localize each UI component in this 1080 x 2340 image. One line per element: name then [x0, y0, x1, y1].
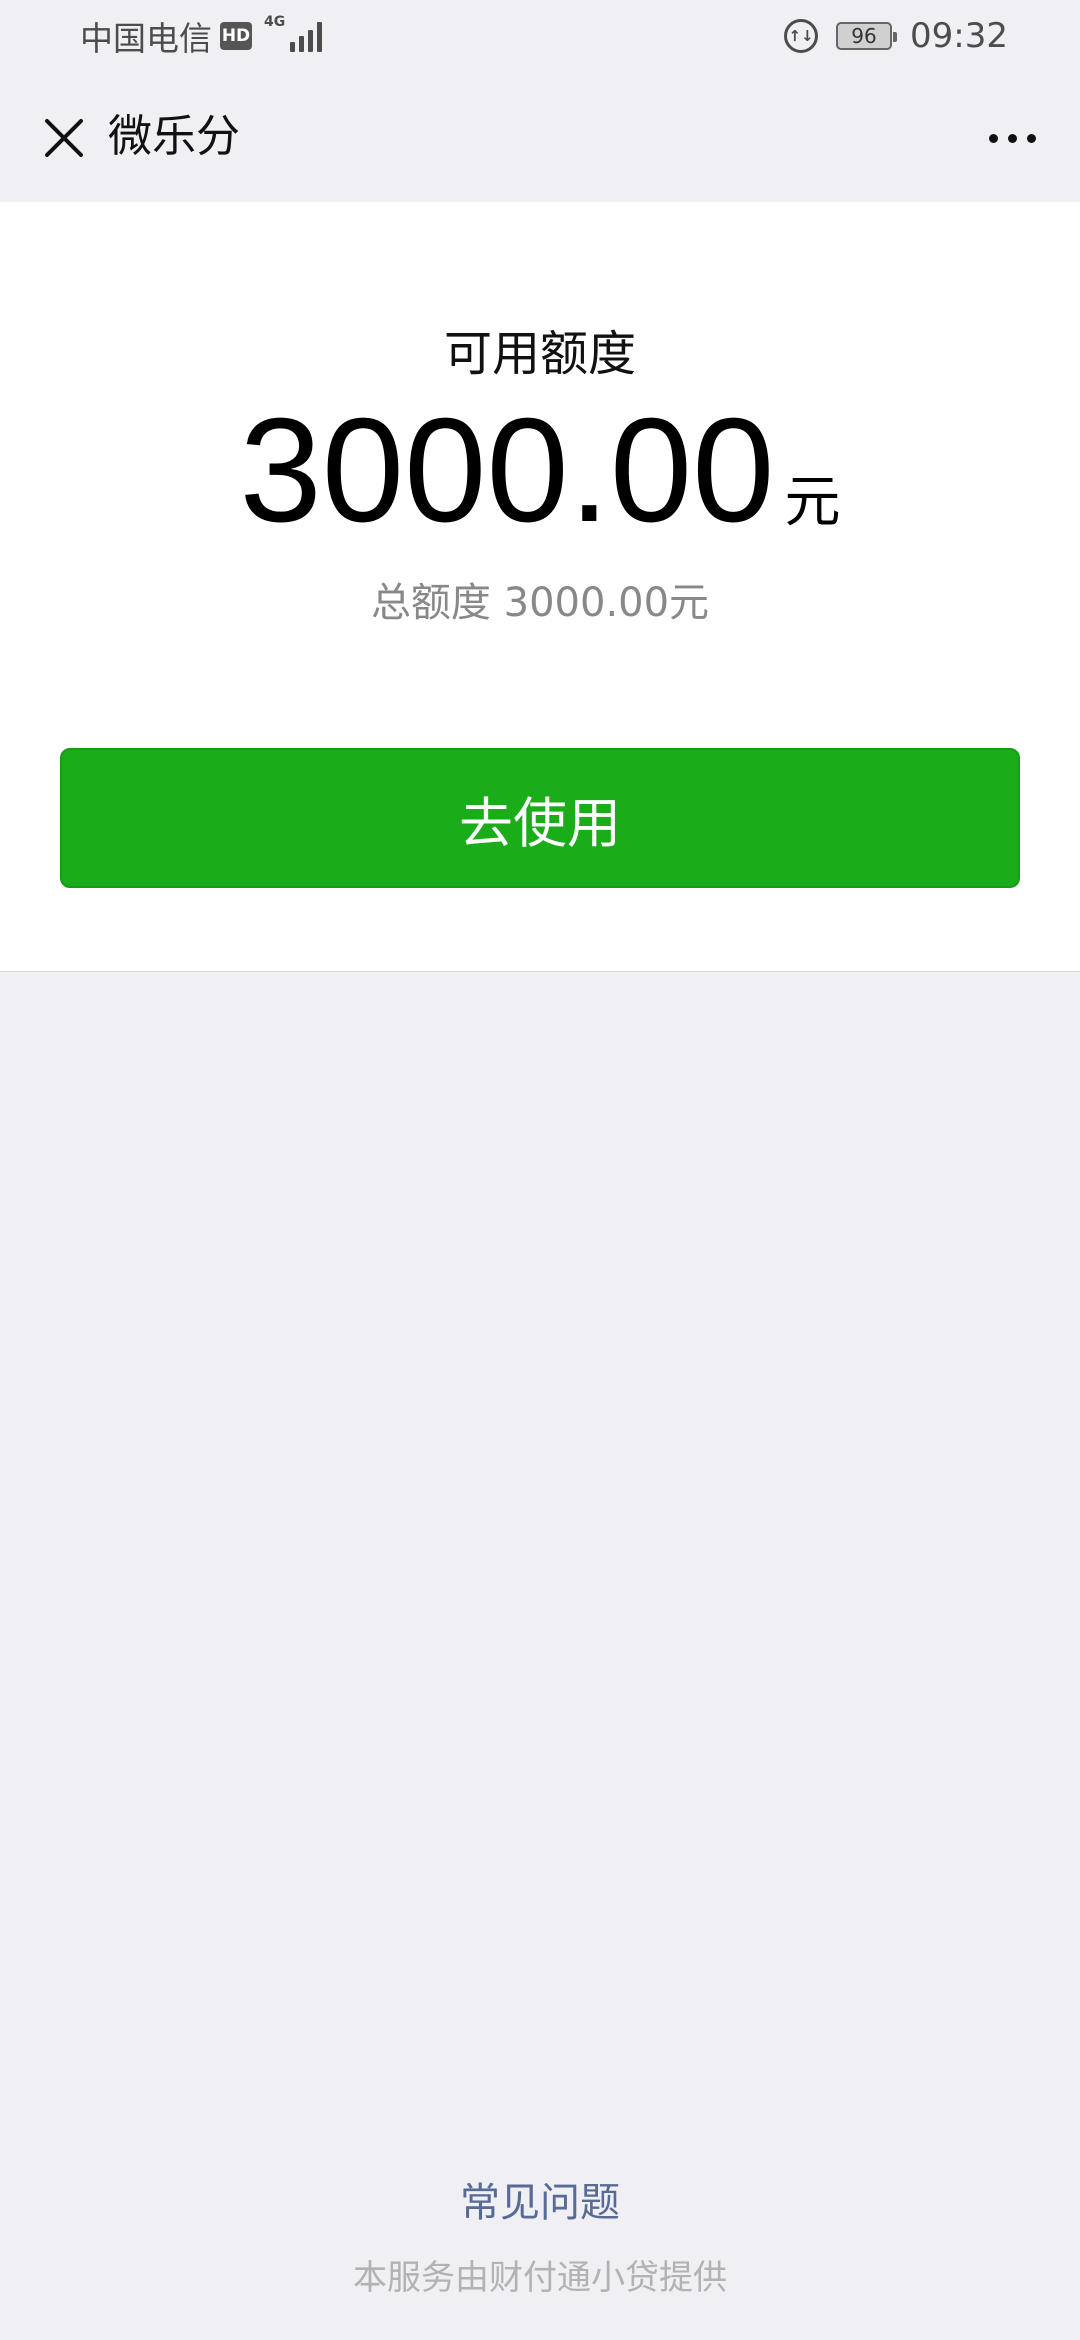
close-button[interactable] [28, 102, 100, 174]
available-credit-label: 可用额度 [443, 326, 636, 382]
status-right: ↑↓ 96 09:32 [784, 14, 1008, 58]
page-title: 微乐分 [108, 111, 240, 162]
nav-bar: 微乐分 [0, 72, 1080, 202]
provider-note: 本服务由财付通小贷提供 [353, 2258, 727, 2298]
battery-level: 96 [851, 24, 877, 48]
carrier-name: 中国电信 [80, 19, 212, 58]
network-type: 4G [264, 14, 286, 30]
credit-card: 可用额度 3000.00 元 总额度 3000.00元 去使用 [0, 202, 1080, 972]
available-credit-amount: 3000.00 元 [0, 388, 1080, 553]
signal-icon: 4G [264, 14, 322, 52]
total-credit: 总额度 3000.00元 [370, 580, 710, 626]
use-button[interactable]: 去使用 [60, 748, 1020, 888]
data-saver-icon: ↑↓ [784, 19, 819, 53]
close-icon [45, 119, 83, 157]
battery-icon: 96 [836, 22, 898, 50]
hd-badge: HD [220, 22, 252, 50]
faq-link[interactable]: 常见问题 [0, 2170, 1080, 2228]
clock: 09:32 [910, 16, 1008, 56]
status-left: 中国电信 HD 4G [80, 14, 322, 58]
more-button[interactable] [972, 102, 1052, 174]
more-icon [988, 133, 998, 143]
amount-value: 3000.00 [239, 388, 775, 553]
status-bar: 中国电信 HD 4G ↑↓ 96 09:32 [0, 0, 1080, 72]
amount-unit: 元 [784, 470, 841, 535]
